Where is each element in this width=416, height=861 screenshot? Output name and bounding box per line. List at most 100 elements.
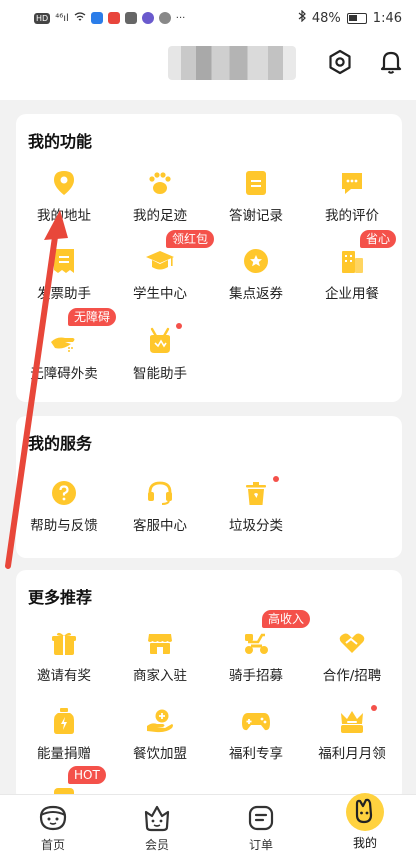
- catering-franchise-item[interactable]: 餐饮加盟: [112, 706, 208, 762]
- energy-bottle-icon: [16, 706, 112, 736]
- battery-percent: 48%: [311, 10, 341, 26]
- smart-assistant-dot: [176, 323, 182, 329]
- item-label: 能量捐赠: [37, 746, 91, 762]
- recommend-title: 更多推荐: [28, 588, 93, 607]
- enterprise-dining-item[interactable]: 企业用餐: [304, 246, 400, 302]
- services-title: 我的服务: [28, 434, 93, 453]
- item-label: 邀请有奖: [37, 668, 91, 684]
- item-label: 福利专享: [229, 746, 283, 762]
- merchant-join-item[interactable]: 商家入驻: [112, 628, 208, 684]
- my-address-item[interactable]: 我的地址: [16, 168, 112, 224]
- app-icon-blue: [90, 12, 103, 24]
- footprint-icon: [112, 168, 208, 198]
- smart-assistant-item[interactable]: 智能助手: [112, 326, 208, 382]
- store-icon: [112, 628, 208, 658]
- monthly-welfare-dot: [371, 705, 377, 711]
- item-label: 发票助手: [37, 286, 91, 302]
- handshake-icon: [304, 628, 400, 658]
- garbage-sorting-item[interactable]: 垃圾分类: [208, 478, 304, 534]
- bell-icon[interactable]: [377, 48, 405, 76]
- energy-donate-item[interactable]: 能量捐赠: [16, 706, 112, 762]
- customer-service-item[interactable]: 客服中心: [112, 478, 208, 534]
- order-list-icon: [226, 801, 296, 835]
- tab-label: 首页: [40, 838, 65, 852]
- item-label: 无障碍外卖: [30, 366, 98, 382]
- invoice-helper-item[interactable]: 发票助手: [16, 246, 112, 302]
- more-icon: ···: [175, 12, 186, 24]
- my-review-item[interactable]: 我的评价: [304, 168, 400, 224]
- headset-icon: [112, 478, 208, 508]
- services-card: 我的服务 帮助与反馈 客服中心 垃圾分类: [16, 416, 402, 558]
- recommend-card: 更多推荐 邀请有奖 商家入驻 骑手招募 高收入 合作/招聘 能量捐赠 餐饮加盟 …: [16, 570, 402, 802]
- item-label: 学生中心: [133, 286, 187, 302]
- app-icon-red: [107, 12, 120, 24]
- mine-face-icon: [330, 791, 400, 833]
- building-icon: [304, 246, 400, 276]
- functions-title: 我的功能: [28, 132, 93, 151]
- thanks-record-item[interactable]: 答谢记录: [208, 168, 304, 224]
- invite-reward-item[interactable]: 邀请有奖: [16, 628, 112, 684]
- accessible-delivery-item[interactable]: 无障碍外卖: [16, 326, 112, 382]
- item-label: 客服中心: [133, 518, 187, 534]
- item-label: 我的足迹: [133, 208, 187, 224]
- status-right: 48% 1:46: [298, 9, 402, 26]
- item-label: 答谢记录: [229, 208, 283, 224]
- battery-icon: [346, 12, 367, 24]
- document-icon: [208, 168, 304, 198]
- graduation-cap-icon: [112, 246, 208, 276]
- item-label: 集点返券: [229, 286, 283, 302]
- functions-card: 我的功能 我的地址 我的足迹 答谢记录 我的评价 省心 领红包 发票助手 学生中…: [16, 114, 402, 402]
- username-blurred[interactable]: [168, 46, 296, 80]
- item-label: 企业用餐: [325, 286, 379, 302]
- profile-header: [0, 36, 416, 100]
- signal-icon: ⁴⁶ıl: [55, 12, 69, 24]
- location-pin-icon: [16, 168, 112, 198]
- crown-face-icon: [122, 801, 192, 835]
- item-label: 帮助与反馈: [30, 518, 98, 534]
- item-label: 合作/招聘: [322, 668, 382, 684]
- student-center-item[interactable]: 学生中心: [112, 246, 208, 302]
- rider-tag-badge: 高收入: [262, 610, 311, 628]
- welfare-exclusive-item[interactable]: 福利专享: [208, 706, 304, 762]
- gift-icon: [16, 628, 112, 658]
- badge-star-icon: [208, 246, 304, 276]
- garbage-sorting-dot: [273, 476, 279, 482]
- gamepad-icon: [208, 706, 304, 736]
- my-footprint-item[interactable]: 我的足迹: [112, 168, 208, 224]
- app-icon-circle: [158, 12, 171, 24]
- status-bar: HD ⁴⁶ıl ··· 48% 1:46: [0, 0, 416, 36]
- tab-label: 我的: [352, 836, 377, 850]
- item-label: 餐饮加盟: [133, 746, 187, 762]
- scooter-icon: [208, 628, 304, 658]
- tab-label: 会员: [144, 838, 169, 852]
- bottom-tab-bar: 首页 会员 订单 我的: [0, 791, 416, 861]
- tab-orders[interactable]: 订单: [226, 801, 296, 853]
- cooperation-item[interactable]: 合作/招聘: [304, 628, 400, 684]
- points-coupon-item[interactable]: 集点返券: [208, 246, 304, 302]
- robot-icon: [112, 326, 208, 356]
- tab-mine[interactable]: 我的: [330, 791, 400, 851]
- accessible-hand-icon: [16, 326, 112, 356]
- accessible-tag-badge: 无障碍: [68, 308, 117, 326]
- tab-member[interactable]: 会员: [122, 801, 192, 853]
- item-label: 我的评价: [325, 208, 379, 224]
- bluetooth-icon: [298, 9, 306, 26]
- rider-recruit-item[interactable]: 骑手招募: [208, 628, 304, 684]
- home-face-icon: [18, 801, 88, 835]
- clock: 1:46: [372, 10, 402, 26]
- tab-home[interactable]: 首页: [18, 801, 88, 853]
- monthly-welfare-item[interactable]: 福利月月领: [304, 706, 400, 762]
- crown-gift-icon: [304, 706, 400, 736]
- help-feedback-item[interactable]: 帮助与反馈: [16, 478, 112, 534]
- music-icon: [141, 12, 154, 24]
- settings-icon[interactable]: [326, 48, 354, 76]
- app-icon-gray: [124, 12, 137, 24]
- item-label: 骑手招募: [229, 668, 283, 684]
- item-label: 我的地址: [37, 208, 91, 224]
- trash-icon: [208, 478, 304, 508]
- tab-label: 订单: [248, 838, 273, 852]
- comment-icon: [304, 168, 400, 198]
- hd-badge: HD: [34, 12, 51, 24]
- hand-coin-icon: [112, 706, 208, 736]
- invoice-icon: [16, 246, 112, 276]
